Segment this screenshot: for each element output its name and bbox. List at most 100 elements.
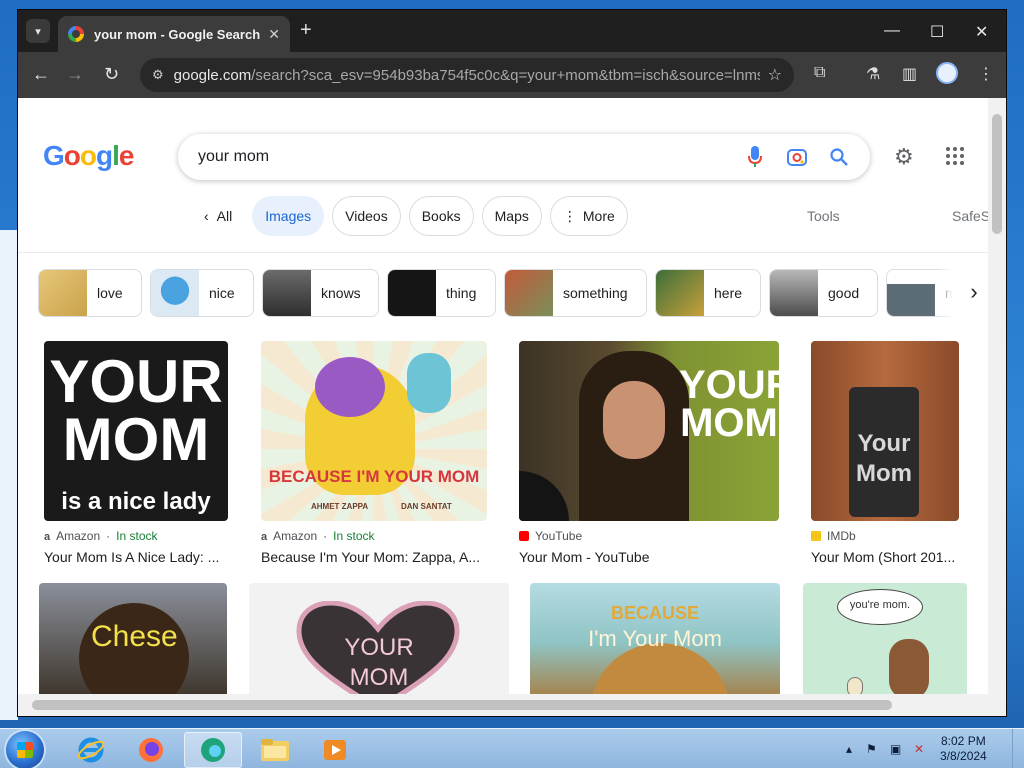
google-apps-icon[interactable] [946, 147, 964, 165]
result-thumbnail[interactable]: Your Mom [811, 341, 959, 521]
filter-chip-videos[interactable]: Videos [332, 196, 401, 236]
camera-lens-icon[interactable] [786, 146, 808, 168]
result-caption[interactable]: Your Mom (Short 201... [811, 549, 961, 565]
filter-chip-books[interactable]: Books [408, 196, 474, 236]
suggestion-chip[interactable]: here [655, 269, 761, 317]
labs-flask-icon[interactable]: ⚗ [866, 64, 880, 84]
search-filter-bar: ‹ All Images Videos Books Maps ⋮ More [192, 196, 628, 236]
side-panel-icon[interactable]: ▥ [902, 64, 917, 84]
related-searches: love nice knows thing something here goo… [38, 269, 976, 317]
tools-button[interactable]: Tools [807, 208, 840, 224]
new-tab-icon[interactable]: + [300, 20, 312, 40]
safesearch-button[interactable]: SafeS [952, 208, 988, 224]
system-clock[interactable]: 8:02 PM 3/8/2024 [940, 734, 987, 764]
action-center-flag-icon[interactable]: ⚑ [866, 742, 877, 756]
suggestion-thumbnail [39, 270, 87, 316]
suggestion-thumbnail [151, 270, 199, 316]
microphone-icon[interactable] [744, 146, 766, 168]
reload-icon[interactable]: ↻ [104, 64, 119, 84]
filter-chip-images[interactable]: Images [252, 196, 325, 236]
image-result[interactable]: Your Mom IMDb Your Mom (Short 201... [811, 341, 961, 565]
result-caption[interactable]: Your Mom Is A Nice Lady: ... [44, 549, 230, 565]
scrollbar-thumb[interactable] [992, 114, 1002, 234]
search-input[interactable]: your mom [178, 134, 870, 180]
suggestion-chip[interactable]: good [769, 269, 878, 317]
image-result[interactable]: you're mom. [803, 583, 969, 694]
image-result[interactable]: YOUR MOM is a nice lady a Amazon · In stock… [44, 341, 230, 565]
close-tab-icon[interactable]: ✕ [268, 26, 280, 43]
chevron-right-icon[interactable]: › [952, 262, 988, 322]
suggestion-chip[interactable]: thing [387, 269, 496, 317]
address-url[interactable]: google.com/search?sca_esv=954b93ba754f5c… [174, 67, 760, 84]
result-thumbnail[interactable]: BECAUSE I'M YOUR MOM AHMET ZAPPA DAN SAN… [261, 341, 487, 521]
volume-muted-icon[interactable]: ✕ [914, 742, 924, 756]
suggestion-chip[interactable]: nice [150, 269, 254, 317]
image-result[interactable]: Chese [39, 583, 229, 694]
browser-tab[interactable]: your mom - Google Search ✕ [58, 16, 290, 52]
horizontal-scrollbar[interactable] [18, 694, 1006, 716]
image-result[interactable]: BECAUSE I'M YOUR MOM AHMET ZAPPA DAN SAN… [261, 341, 489, 565]
image-result[interactable]: YOUR MOM YouTube Your Mom - YouTube [519, 341, 781, 565]
result-thumbnail[interactable]: YOUR MOM [519, 341, 779, 521]
art-text: YOUR [344, 634, 414, 661]
close-window-icon[interactable]: ✕ [975, 22, 988, 42]
suggestion-thumbnail [770, 270, 818, 316]
result-thumbnail[interactable]: Chese [39, 583, 227, 694]
show-hidden-icons-icon[interactable]: ▴ [846, 742, 852, 756]
result-caption[interactable]: Because I'm Your Mom: Zappa, A... [261, 549, 489, 565]
suggestion-chip[interactable]: love [38, 269, 142, 317]
channel-logo-icon [519, 471, 569, 521]
file-explorer-icon[interactable] [246, 732, 304, 768]
title-bar: ▾ your mom - Google Search ✕ + — ☐ ✕ [18, 10, 1006, 52]
art-text: MOM [62, 406, 210, 473]
art-text: you're mom. [849, 599, 911, 611]
menu-kebab-icon[interactable]: ⋮ [978, 64, 994, 84]
media-player-icon[interactable] [306, 732, 364, 768]
forward-icon[interactable]: → [66, 64, 84, 84]
youtube-icon [519, 531, 529, 541]
site-info-icon[interactable]: ⚙ [152, 67, 164, 83]
google-logo[interactable]: Google [43, 140, 134, 172]
back-icon[interactable]: ← [32, 64, 50, 84]
taskbar: ▴ ⚑ ▣ ✕ 8:02 PM 3/8/2024 [0, 728, 1024, 768]
filter-all[interactable]: ‹ All [192, 208, 244, 224]
result-thumbnail[interactable]: you're mom. [803, 583, 967, 694]
art-hair [315, 357, 385, 417]
settings-gear-icon[interactable]: ⚙ [894, 144, 914, 170]
tab-search-dropdown-icon[interactable]: ▾ [26, 19, 50, 43]
suggestion-chip[interactable]: knows [262, 269, 379, 317]
filter-chip-maps[interactable]: Maps [481, 196, 542, 236]
browser-toolbar: ← → ↻ ⚙ google.com/search?sca_esv=954b93… [18, 52, 1006, 98]
suggestion-chip[interactable]: something [504, 269, 647, 317]
art-text: AHMET ZAPPA [311, 502, 369, 511]
edge-icon[interactable] [184, 732, 242, 768]
result-thumbnail[interactable]: YOUR MOM [249, 583, 509, 694]
image-result[interactable]: BECAUSE I'm Your Mom [530, 583, 782, 694]
image-result[interactable]: YOUR MOM [249, 583, 511, 694]
bookmark-star-icon[interactable]: ☆ [768, 65, 782, 85]
scrollbar-thumb[interactable] [32, 700, 892, 710]
profile-avatar-icon[interactable] [936, 62, 958, 84]
network-icon[interactable]: ▣ [890, 742, 901, 756]
maximize-icon[interactable]: ☐ [930, 22, 944, 42]
extensions-icon[interactable]: ⧉ [814, 64, 825, 82]
result-caption[interactable]: Your Mom - YouTube [519, 549, 781, 565]
clock-time: 8:02 PM [941, 734, 986, 748]
art-text: YOUR [679, 363, 779, 407]
suggestion-thumbnail [656, 270, 704, 316]
address-bar[interactable]: ⚙ google.com/search?sca_esv=954b93ba754f… [140, 58, 794, 92]
google-favicon-icon [68, 26, 84, 42]
internet-explorer-icon[interactable] [62, 732, 120, 768]
suggestion-thumbnail [887, 270, 935, 316]
search-icon[interactable] [828, 146, 850, 168]
result-thumbnail[interactable]: BECAUSE I'm Your Mom [530, 583, 780, 694]
start-button[interactable] [6, 731, 44, 768]
filter-chip-more[interactable]: ⋮ More [549, 196, 628, 236]
vertical-scrollbar[interactable] [988, 98, 1006, 694]
show-desktop-button[interactable] [1012, 729, 1024, 768]
firefox-icon[interactable] [122, 732, 180, 768]
result-thumbnail[interactable]: YOUR MOM is a nice lady [44, 341, 228, 521]
minimize-icon[interactable]: — [884, 22, 900, 40]
art-face [603, 381, 665, 459]
search-query[interactable]: your mom [198, 148, 724, 166]
